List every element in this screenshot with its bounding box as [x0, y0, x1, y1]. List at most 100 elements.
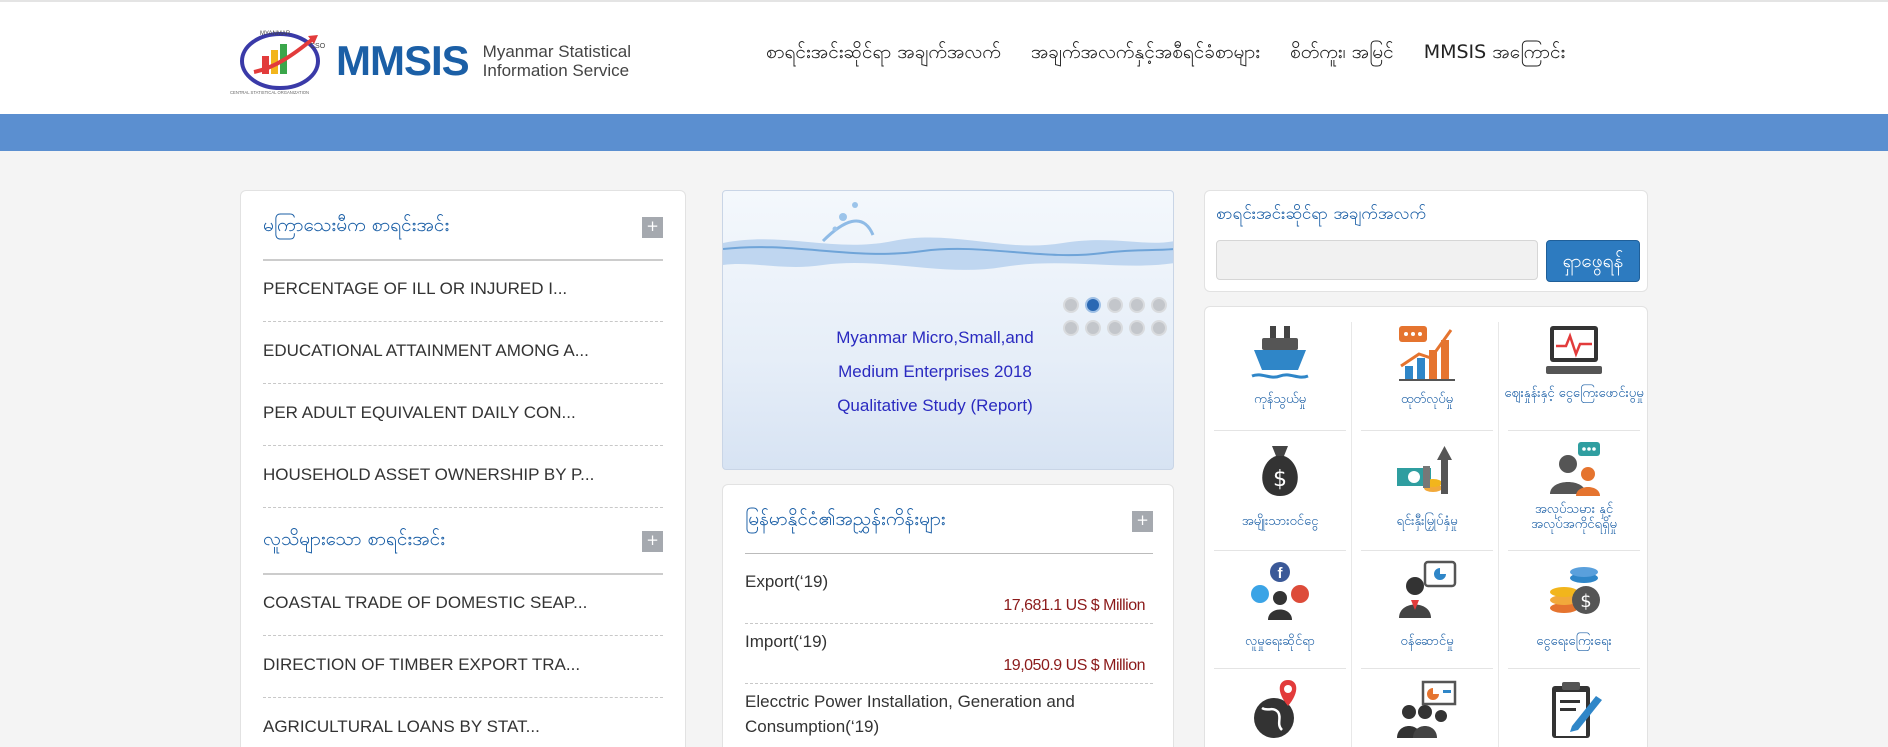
slider-dot[interactable] — [1085, 297, 1101, 313]
divider — [1351, 322, 1352, 747]
divider — [1498, 322, 1499, 747]
indicators-title: မြန်မာနိုင်ငံ၏အညွှန်းကိန်းများ — [745, 508, 946, 530]
nav-item-statistics[interactable]: စာရင်းအင်းဆိုင်ရာ အချက်အလက် — [766, 40, 1001, 68]
divider — [1508, 668, 1640, 669]
recent-stat-item[interactable]: PER ADULT EQUIVALENT DAILY CON... — [263, 403, 576, 423]
category-investment[interactable]: ရင်းနှီးမြှုပ်နှံမှု — [1357, 434, 1497, 546]
recent-stat-item[interactable]: HOUSEHOLD ASSET OWNERSHIP BY P... — [263, 465, 594, 485]
divider — [263, 573, 663, 575]
divider — [263, 635, 663, 636]
category-geography[interactable] — [1210, 672, 1350, 747]
indicator-label: Elecctric Power Installation, Generation… — [745, 692, 1075, 736]
popular-stat-item[interactable]: DIRECTION OF TIMBER EXPORT TRA... — [263, 655, 580, 675]
category-label: အလုပ်သမား နှင့် အလုပ်အကိုင်ရရှိမှု — [1531, 502, 1617, 532]
slider-dot[interactable] — [1107, 297, 1123, 313]
svg-text:$: $ — [1580, 591, 1591, 612]
expand-indicators-button[interactable]: + — [1132, 511, 1153, 532]
category-social[interactable]: f လူမှုရေးဆိုင်ရာ — [1210, 554, 1350, 666]
category-meetings[interactable] — [1357, 672, 1497, 747]
divider — [1361, 668, 1493, 669]
slider-dot[interactable] — [1129, 297, 1145, 313]
category-labour[interactable]: အလုပ်သမား နှင့် အလုပ်အကိုင်ရရှိမှု — [1504, 434, 1644, 546]
category-label: ကုန်သွယ်မှု — [1253, 392, 1307, 407]
divider — [1214, 550, 1346, 551]
divider — [745, 553, 1153, 554]
category-label: ဈေးနှုန်းနှင့် ငွေကြေးဖောင်းပွမှု — [1504, 386, 1644, 401]
header-band — [0, 114, 1888, 151]
popular-stat-item[interactable]: COASTAL TRADE OF DOMESTIC SEAP... — [263, 593, 587, 613]
category-production[interactable]: ထုတ်လုပ်မှု — [1357, 316, 1497, 428]
svg-text:$: $ — [1273, 467, 1287, 492]
slider-dot[interactable] — [1129, 320, 1145, 336]
divider — [263, 507, 663, 508]
category-label: ဝန်ဆောင်မှု — [1400, 634, 1454, 649]
category-trade[interactable]: ကုန်သွယ်မှု — [1210, 316, 1350, 428]
globe-pin-icon — [1254, 680, 1297, 738]
search-input[interactable] — [1216, 240, 1538, 280]
category-finance[interactable]: $ ငွေရေးကြေးရေး — [1504, 554, 1644, 666]
divider — [263, 383, 663, 384]
money-bag-icon: $ — [1262, 446, 1298, 496]
presentation-icon — [1397, 680, 1457, 738]
indicators-panel: မြန်မာနိုင်ငံ၏အညွှန်းကိန်းများ + Export(… — [722, 484, 1174, 747]
svg-text:CSO: CSO — [310, 43, 326, 50]
indicator-label: Export(‘19) — [745, 572, 829, 591]
divider — [1361, 550, 1493, 551]
divider — [1214, 668, 1346, 669]
main-nav: စာရင်းအင်းဆိုင်ရာ အချက်အလက် အချက်အလက်နှင… — [766, 40, 1565, 68]
divider — [1508, 430, 1640, 431]
category-label: ငွေရေးကြေးရေး — [1536, 634, 1612, 649]
category-label: ထုတ်လုပ်မှု — [1400, 392, 1454, 407]
divider — [263, 259, 663, 261]
recent-stat-item[interactable]: PERCENTAGE OF ILL OR INJURED I... — [263, 279, 567, 299]
category-national-income[interactable]: $ အမျိုးသားဝင်ငွေ — [1210, 434, 1350, 546]
slider-dot[interactable] — [1151, 320, 1167, 336]
nav-item-reports[interactable]: အချက်အလက်နှင့်အစီရင်ခံစာများ — [1031, 40, 1260, 68]
recent-statistics-title: မကြာသေးမီက စာရင်းအင်း — [263, 214, 450, 236]
logo-subtitle: Myanmar Statistical Information Service — [482, 42, 631, 80]
investment-icon — [1397, 446, 1452, 494]
slider-dot[interactable] — [1063, 320, 1079, 336]
indicator-label: Import(‘19) — [745, 632, 828, 651]
divider — [263, 321, 663, 322]
recent-stat-item[interactable]: EDUCATIONAL ATTAINMENT AMONG A... — [263, 341, 589, 361]
clipboard-icon — [1552, 682, 1602, 738]
category-label: လူမှုရေးဆိုင်ရာ — [1244, 634, 1316, 649]
category-services[interactable]: ဝန်ဆောင်မှု — [1357, 554, 1497, 666]
statistics-panel: မကြာသေးမီက စာရင်းအင်း + PERCENTAGE OF IL… — [240, 190, 686, 747]
slider-dot[interactable] — [1151, 297, 1167, 313]
social-icon: f — [1251, 562, 1309, 620]
expand-recent-button[interactable]: + — [642, 217, 663, 238]
header: MYANMAR CSO CENTRAL STATISTICAL ORGANIZA… — [0, 0, 1888, 114]
category-label: ရင်းနှီးမြှုပ်နှံမှု — [1396, 514, 1458, 529]
logo-name: MMSIS — [336, 37, 470, 84]
service-icon — [1399, 560, 1457, 618]
slider-dot[interactable] — [1063, 297, 1079, 313]
site-logo[interactable]: MYANMAR CSO CENTRAL STATISTICAL ORGANIZA… — [228, 26, 631, 96]
slider-dot[interactable] — [1085, 320, 1101, 336]
growth-chart-icon — [1399, 326, 1455, 381]
ship-icon — [1251, 326, 1309, 379]
water-splash-image — [723, 202, 1173, 270]
category-grid: ကုန်သွယ်မှု ထုတ်လုပ်မှု ဈေးနှုန်းနှင့် င… — [1204, 306, 1648, 747]
category-prices[interactable]: ဈေးနှုန်းနှင့် ငွေကြေးဖောင်းပွမှု — [1504, 316, 1644, 428]
popular-stat-item[interactable]: AGRICULTURAL LOANS BY STAT... — [263, 717, 540, 737]
divider — [1508, 550, 1640, 551]
nav-item-about[interactable]: MMSIS အကြောင်း — [1424, 40, 1566, 68]
search-title: စာရင်းအင်းဆိုင်ရာ အချက်အလက် — [1216, 204, 1427, 224]
category-surveys[interactable] — [1504, 672, 1644, 747]
slider-dots — [1063, 297, 1167, 336]
featured-slider[interactable]: Myanmar Micro,Small,and Medium Enterpris… — [722, 190, 1174, 470]
expand-popular-button[interactable]: + — [642, 531, 663, 552]
divider — [745, 623, 1153, 624]
divider — [1361, 430, 1493, 431]
svg-text:CENTRAL STATISTICAL ORGANIZATI: CENTRAL STATISTICAL ORGANIZATION — [230, 90, 309, 95]
search-button[interactable]: ရှာဖွေရန် — [1546, 240, 1640, 282]
slide-caption[interactable]: Myanmar Micro,Small,and Medium Enterpris… — [815, 321, 1055, 423]
monitor-pulse-icon — [1546, 326, 1602, 374]
nav-item-ideas[interactable]: စိတ်ကူး၊ အမြင် — [1290, 40, 1394, 68]
divider — [1214, 430, 1346, 431]
finance-coins-icon: $ — [1550, 567, 1600, 614]
divider — [263, 697, 663, 698]
slider-dot[interactable] — [1107, 320, 1123, 336]
